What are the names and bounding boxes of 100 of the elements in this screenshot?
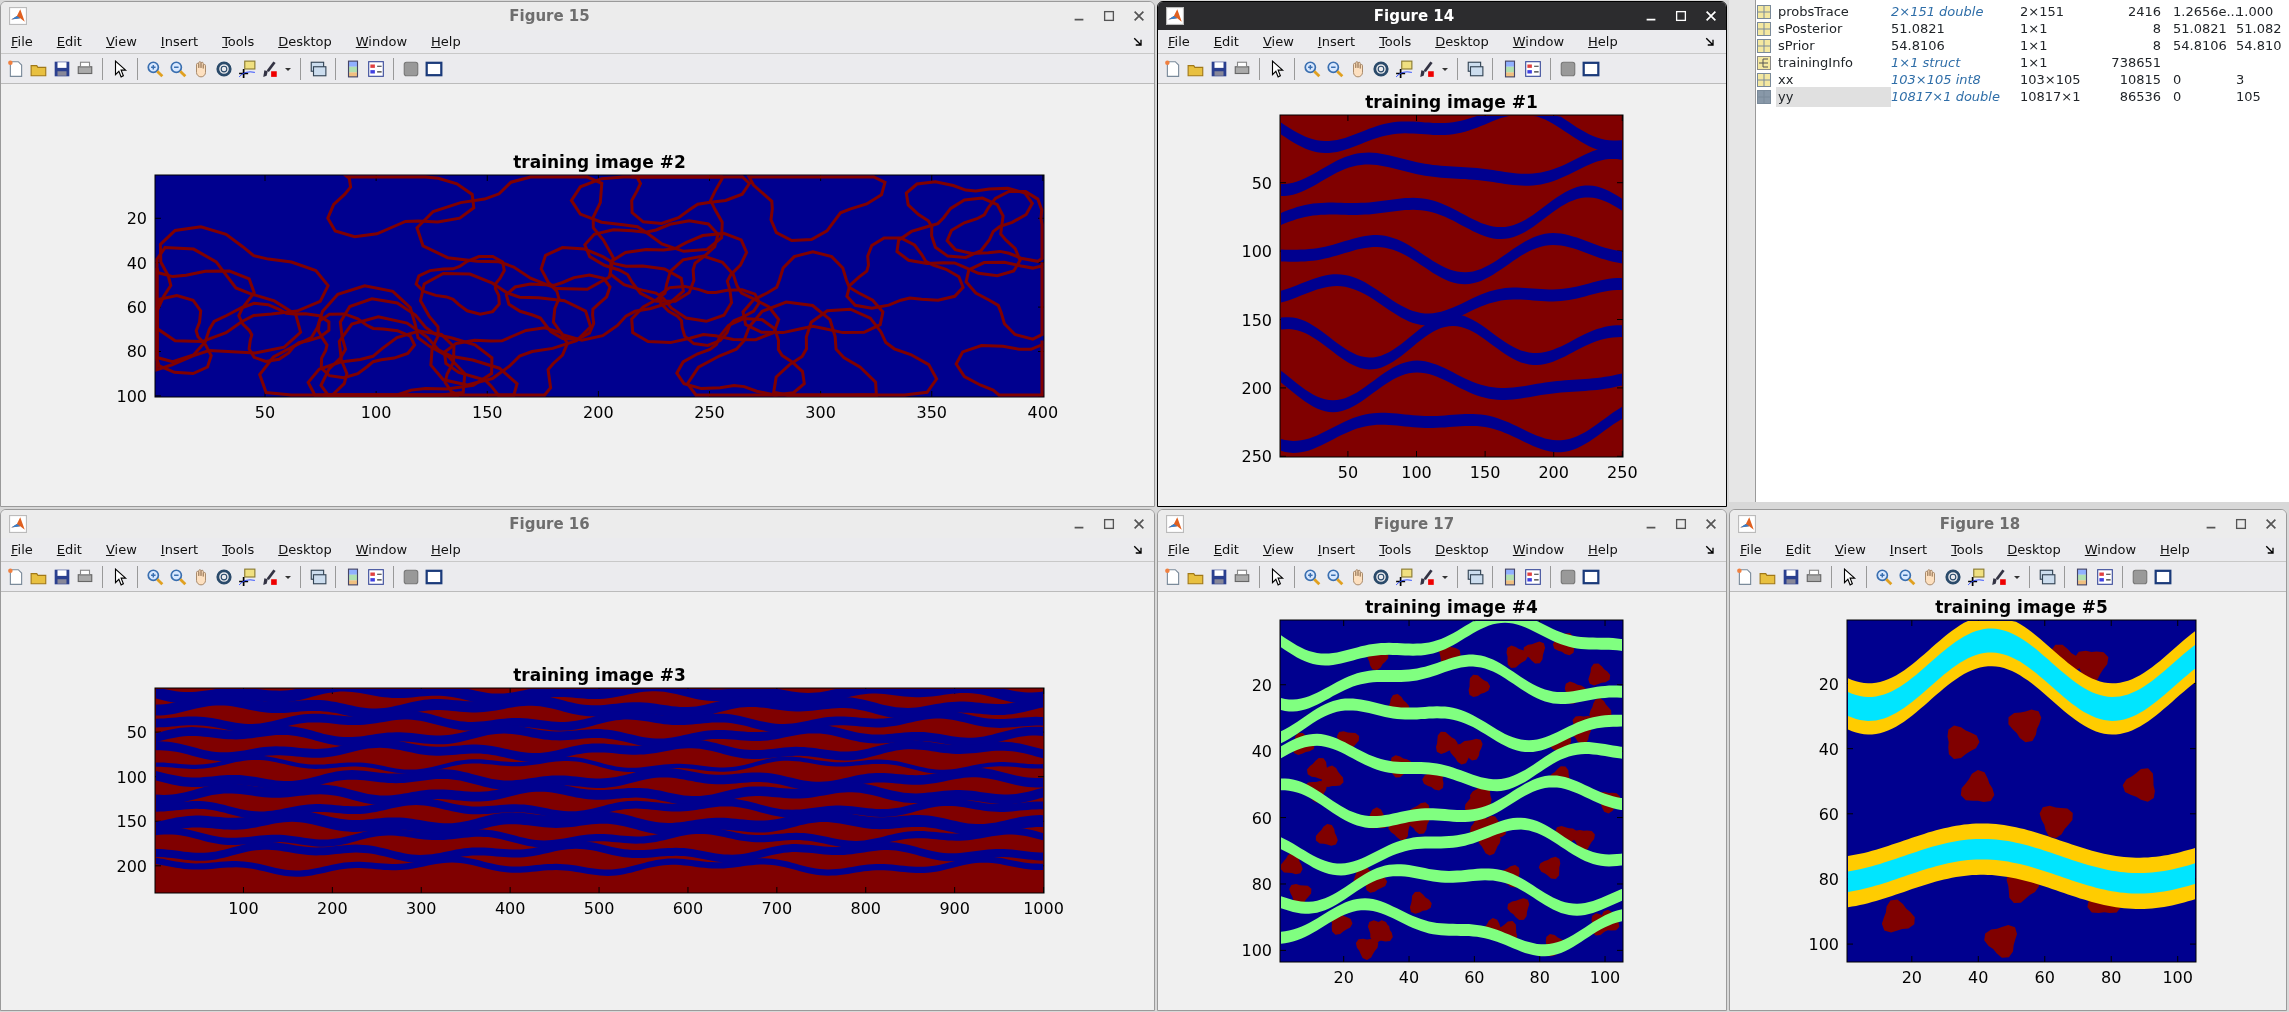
new-file-icon[interactable] — [1736, 567, 1754, 586]
undock-icon[interactable] — [1704, 544, 1716, 557]
maximize-icon[interactable] — [1674, 517, 1688, 531]
zoom-in-icon[interactable] — [1303, 567, 1321, 586]
zoom-out-icon[interactable] — [1326, 567, 1344, 586]
rotate-icon[interactable] — [215, 567, 233, 586]
maximize-icon[interactable] — [1102, 9, 1116, 23]
undock-icon[interactable] — [1704, 36, 1716, 49]
frame-icon[interactable] — [425, 567, 443, 586]
menu-item[interactable]: Insert — [160, 539, 199, 560]
undock-icon[interactable] — [2264, 544, 2276, 557]
menu-item[interactable]: Window — [355, 539, 408, 560]
close-icon[interactable] — [1704, 517, 1718, 531]
menu-item[interactable]: Tools — [1951, 539, 1984, 560]
app-logo-icon[interactable] — [1166, 7, 1184, 25]
matrix-variable-icon[interactable] — [1756, 88, 1772, 105]
menu-item[interactable]: Insert — [1317, 539, 1356, 560]
menu-item[interactable]: Insert — [1317, 31, 1356, 52]
zoom-in-icon[interactable] — [1875, 567, 1893, 586]
close-icon[interactable] — [1132, 9, 1146, 23]
menu-item[interactable]: File — [11, 539, 33, 560]
menu-item[interactable]: View — [105, 31, 137, 52]
frame-icon[interactable] — [425, 59, 443, 78]
legend-icon[interactable] — [1524, 59, 1542, 78]
matrix-variable-icon[interactable] — [1756, 37, 1772, 54]
zoom-out-icon[interactable] — [1326, 59, 1344, 78]
variable-name[interactable]: xx — [1776, 70, 1891, 90]
maximize-icon[interactable] — [1102, 517, 1116, 531]
frame-icon[interactable] — [1582, 59, 1600, 78]
rotate-icon[interactable] — [1944, 567, 1962, 586]
zoom-in-icon[interactable] — [146, 567, 164, 586]
save-icon[interactable] — [1782, 567, 1800, 586]
brush-icon[interactable] — [1418, 59, 1436, 78]
new-file-icon[interactable] — [1164, 59, 1182, 78]
menu-item[interactable]: Insert — [1889, 539, 1928, 560]
square-icon[interactable] — [2131, 567, 2149, 586]
brush-icon[interactable] — [1418, 567, 1436, 586]
menu-item[interactable]: View — [1262, 31, 1294, 52]
variable-name[interactable]: yy — [1776, 87, 1891, 107]
linked-windows-icon[interactable] — [2038, 567, 2056, 586]
rotate-icon[interactable] — [215, 59, 233, 78]
data-cursor-icon[interactable] — [238, 567, 256, 586]
save-icon[interactable] — [1210, 567, 1228, 586]
linked-windows-icon[interactable] — [1466, 567, 1484, 586]
menu-item[interactable]: View — [1262, 539, 1294, 560]
new-file-icon[interactable] — [7, 59, 25, 78]
menu-item[interactable]: Desktop — [278, 539, 332, 560]
square-icon[interactable] — [402, 567, 420, 586]
menu-item[interactable]: Desktop — [1435, 31, 1489, 52]
matrix-variable-icon[interactable] — [1756, 20, 1772, 37]
menu-item[interactable]: File — [11, 31, 33, 52]
menu-item[interactable]: Tools — [222, 31, 255, 52]
square-icon[interactable] — [1559, 59, 1577, 78]
struct-variable-icon[interactable] — [1756, 54, 1772, 71]
zoom-out-icon[interactable] — [1898, 567, 1916, 586]
menu-item[interactable]: File — [1740, 539, 1762, 560]
matrix-variable-icon[interactable] — [1756, 71, 1772, 88]
menu-item[interactable]: Edit — [1213, 539, 1239, 560]
undock-icon[interactable] — [1132, 544, 1144, 557]
menu-item[interactable]: Help — [431, 539, 461, 560]
menu-item[interactable]: Edit — [1213, 31, 1239, 52]
zoom-out-icon[interactable] — [169, 567, 187, 586]
menu-item[interactable]: Insert — [160, 31, 199, 52]
brush-icon[interactable] — [261, 567, 279, 586]
zoom-out-icon[interactable] — [169, 59, 187, 78]
app-logo-icon[interactable] — [1166, 515, 1184, 533]
brush-icon[interactable] — [261, 59, 279, 78]
frame-icon[interactable] — [1582, 567, 1600, 586]
variable-name[interactable]: sPosterior — [1776, 19, 1891, 39]
menu-item[interactable]: Desktop — [1435, 539, 1489, 560]
menu-item[interactable]: Edit — [56, 539, 82, 560]
variable-name[interactable]: sPrior — [1776, 36, 1891, 56]
menu-item[interactable]: Tools — [222, 539, 255, 560]
menu-item[interactable]: Tools — [1379, 539, 1412, 560]
zoom-in-icon[interactable] — [1303, 59, 1321, 78]
data-cursor-icon[interactable] — [1395, 567, 1413, 586]
legend-icon[interactable] — [2096, 567, 2114, 586]
save-icon[interactable] — [53, 567, 71, 586]
data-cursor-icon[interactable] — [238, 59, 256, 78]
matrix-variable-icon[interactable] — [1756, 3, 1772, 20]
menu-item[interactable]: Desktop — [2007, 539, 2061, 560]
menu-item[interactable]: Window — [2084, 539, 2137, 560]
close-icon[interactable] — [2264, 517, 2278, 531]
linked-windows-icon[interactable] — [1466, 59, 1484, 78]
rotate-icon[interactable] — [1372, 567, 1390, 586]
linked-windows-icon[interactable] — [309, 59, 327, 78]
data-cursor-icon[interactable] — [1395, 59, 1413, 78]
legend-icon[interactable] — [367, 59, 385, 78]
close-icon[interactable] — [1132, 517, 1146, 531]
menu-item[interactable]: Tools — [1379, 31, 1412, 52]
new-file-icon[interactable] — [1164, 567, 1182, 586]
app-logo-icon[interactable] — [9, 7, 27, 25]
menu-item[interactable]: Help — [1588, 31, 1618, 52]
linked-windows-icon[interactable] — [309, 567, 327, 586]
rotate-icon[interactable] — [1372, 59, 1390, 78]
menu-item[interactable]: File — [1168, 539, 1190, 560]
menu-item[interactable]: Help — [1588, 539, 1618, 560]
undock-icon[interactable] — [1132, 36, 1144, 49]
menu-item[interactable]: Desktop — [278, 31, 332, 52]
menu-item[interactable]: File — [1168, 31, 1190, 52]
